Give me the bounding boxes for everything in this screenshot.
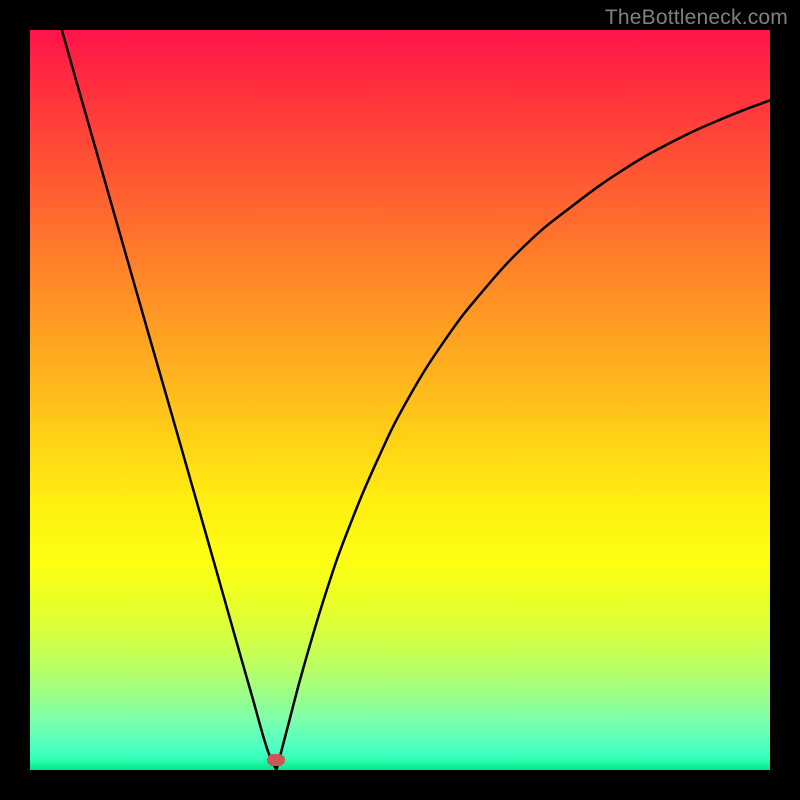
watermark-text: TheBottleneck.com	[605, 6, 788, 30]
plot-area	[30, 30, 770, 770]
bottleneck-marker	[267, 754, 285, 766]
